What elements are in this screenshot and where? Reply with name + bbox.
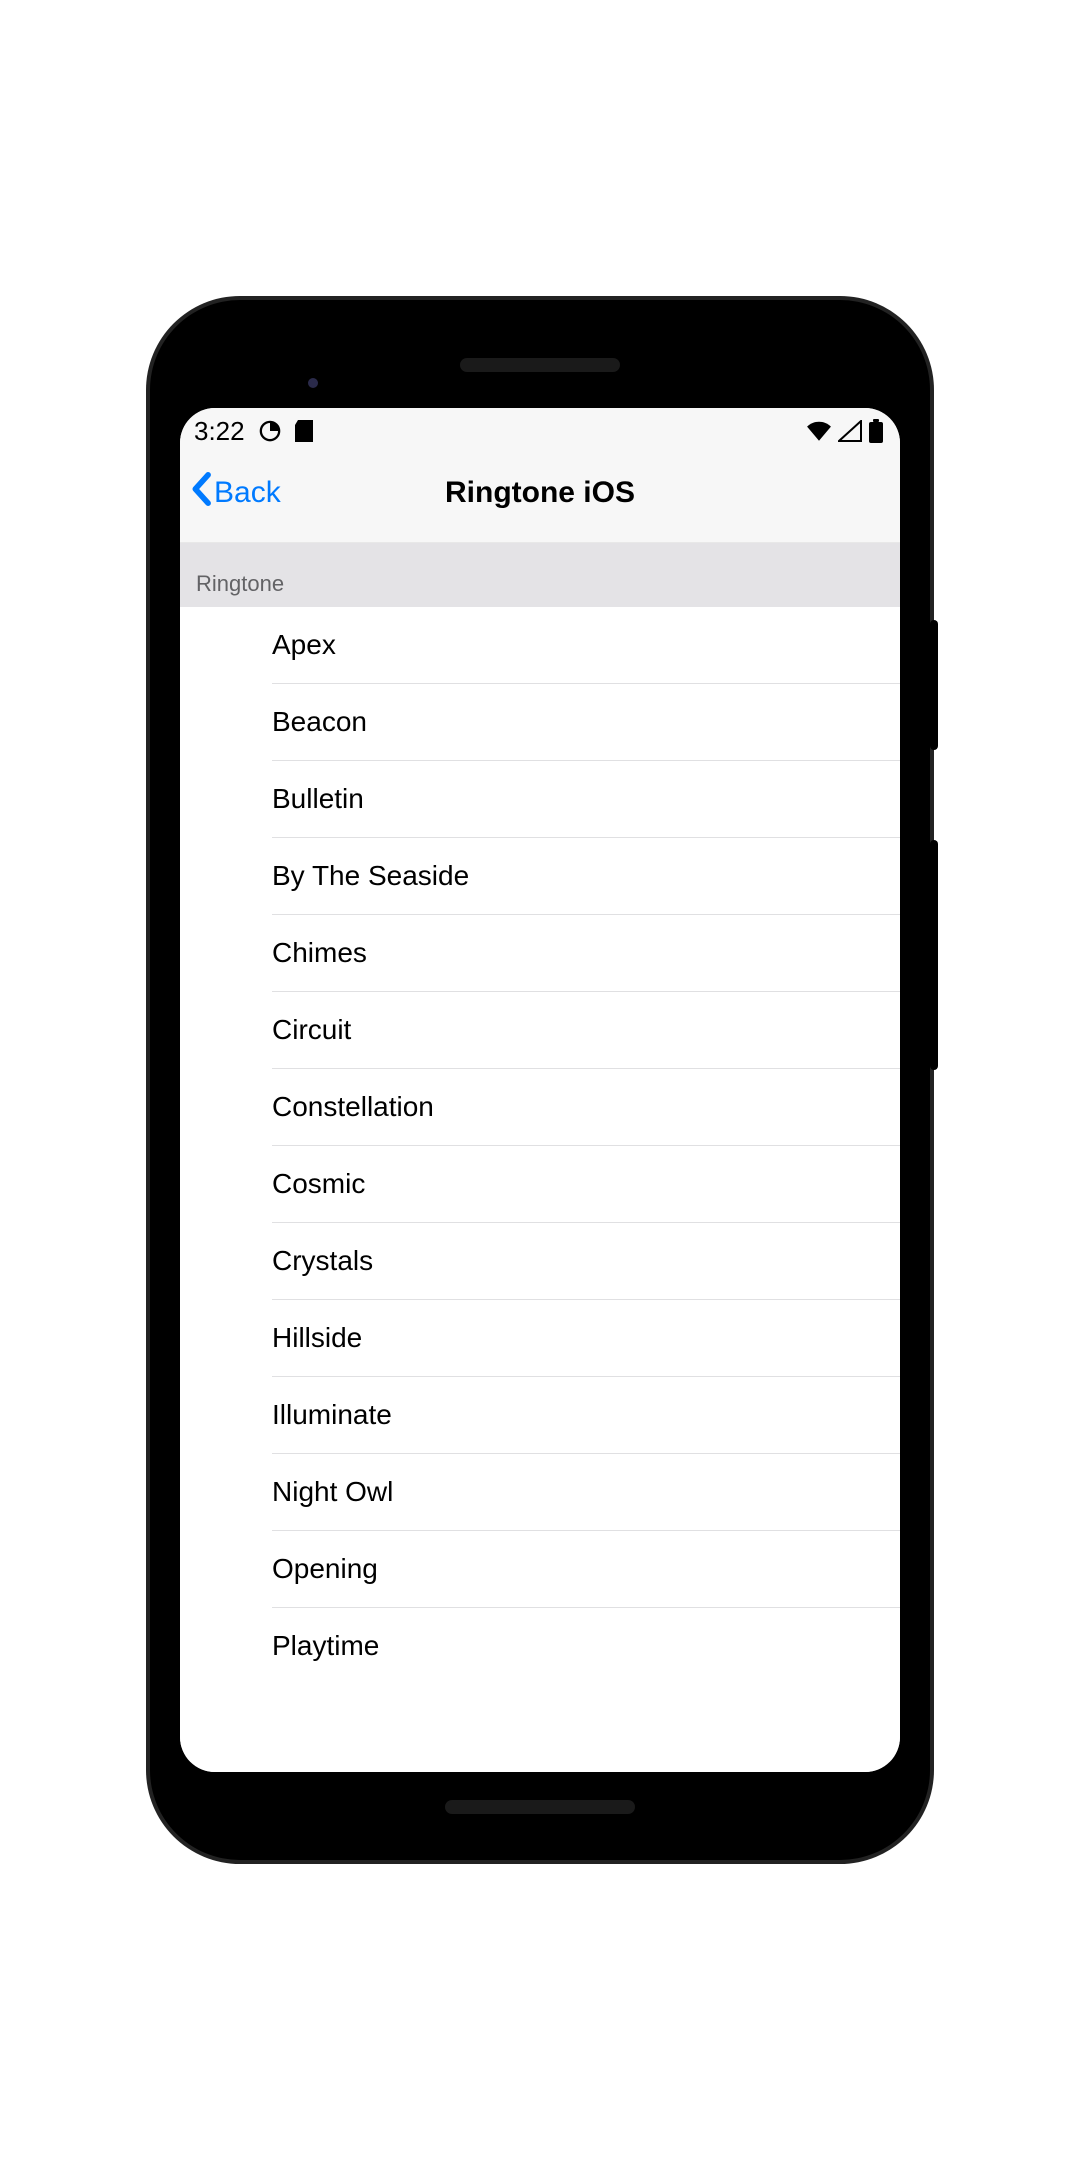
- ringtone-item[interactable]: Opening: [272, 1531, 900, 1608]
- back-button[interactable]: Back: [190, 472, 281, 514]
- back-label: Back: [214, 476, 281, 510]
- ringtone-item[interactable]: Apex: [272, 607, 900, 684]
- section-header-ringtone: Ringtone: [180, 543, 900, 607]
- status-right: [806, 419, 884, 443]
- cellular-icon: [838, 420, 862, 442]
- data-saver-icon: [259, 420, 281, 442]
- battery-icon: [868, 419, 884, 443]
- ringtone-list[interactable]: ApexBeaconBulletinBy The SeasideChimesCi…: [180, 607, 900, 1772]
- bottom-grill: [445, 1800, 635, 1814]
- ringtone-item[interactable]: Constellation: [272, 1069, 900, 1146]
- status-bar: 3:22: [180, 408, 900, 452]
- page-title: Ringtone iOS: [445, 476, 635, 510]
- status-time: 3:22: [194, 416, 245, 447]
- ringtone-item[interactable]: Chimes: [272, 915, 900, 992]
- ringtone-item[interactable]: Illuminate: [272, 1377, 900, 1454]
- ringtone-item[interactable]: By The Seaside: [272, 838, 900, 915]
- ringtone-item[interactable]: Circuit: [272, 992, 900, 1069]
- phone-frame: 3:22: [150, 300, 930, 1860]
- nav-bar: Back Ringtone iOS: [180, 452, 900, 543]
- volume-button: [930, 840, 938, 1070]
- phone-inner: 3:22: [168, 318, 912, 1842]
- sim-card-icon: [295, 420, 313, 442]
- front-camera: [308, 378, 318, 388]
- ringtone-item[interactable]: Night Owl: [272, 1454, 900, 1531]
- screen: 3:22: [180, 408, 900, 1772]
- ringtone-item[interactable]: Crystals: [272, 1223, 900, 1300]
- ringtone-item[interactable]: Bulletin: [272, 761, 900, 838]
- ringtone-item[interactable]: Beacon: [272, 684, 900, 761]
- ringtone-item[interactable]: Playtime: [272, 1608, 900, 1684]
- power-button: [930, 620, 938, 750]
- status-left: 3:22: [194, 416, 313, 447]
- chevron-left-icon: [190, 472, 212, 514]
- ringtone-item[interactable]: Cosmic: [272, 1146, 900, 1223]
- speaker-grill: [460, 358, 620, 372]
- ringtone-item[interactable]: Hillside: [272, 1300, 900, 1377]
- wifi-icon: [806, 421, 832, 441]
